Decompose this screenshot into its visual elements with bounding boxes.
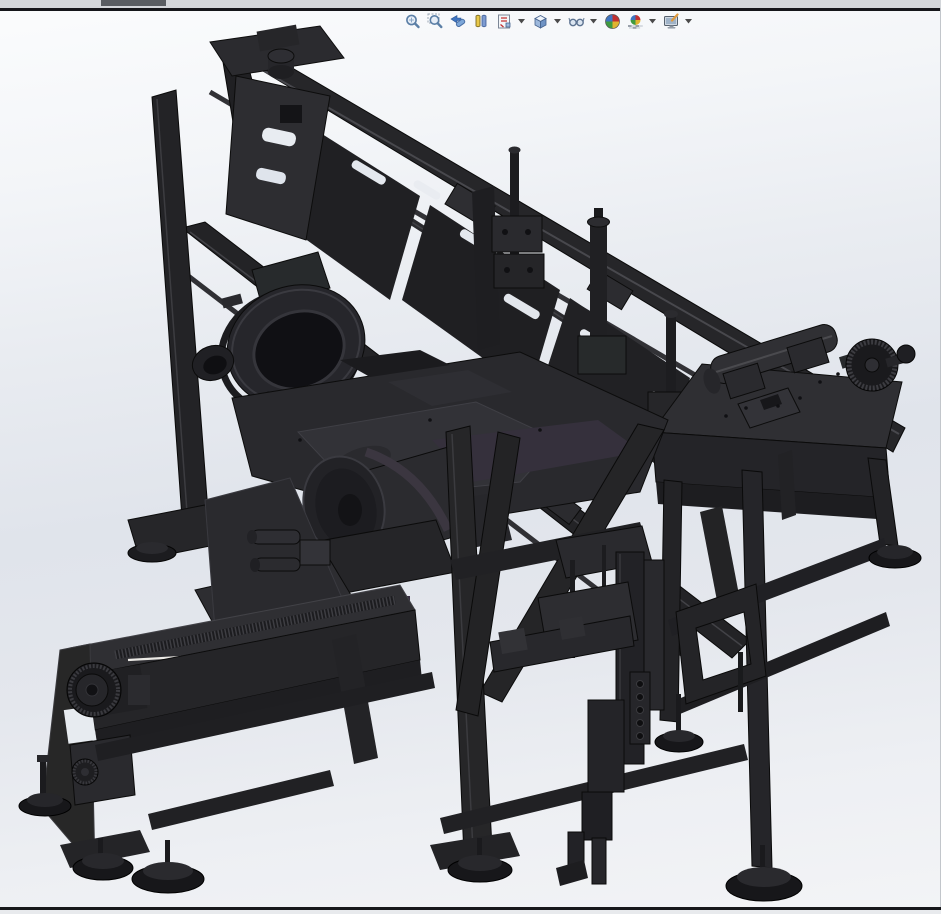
chevron-down-icon (590, 18, 597, 23)
view-settings-button[interactable] (661, 11, 682, 32)
cad-assembly-model[interactable] (0, 0, 941, 914)
graphics-viewport[interactable] (0, 0, 941, 914)
display-style-icon (534, 14, 547, 29)
view-orientation-dropdown[interactable] (516, 11, 527, 32)
chevron-down-icon (518, 18, 525, 23)
hide-show-items-dropdown[interactable] (588, 11, 599, 32)
hide-show-items-button[interactable] (566, 11, 587, 32)
view-orientation-button[interactable] (494, 11, 515, 32)
window-bottom-strip (0, 910, 941, 914)
edit-appearance-icon (605, 13, 620, 29)
view-settings-icon (664, 12, 679, 28)
cad-window (0, 0, 941, 914)
chevron-down-icon (554, 18, 561, 23)
manipulator[interactable] (489, 525, 665, 886)
section-view-icon (475, 14, 487, 27)
bed-knob[interactable] (71, 758, 99, 786)
chevron-down-icon (685, 18, 692, 23)
chevron-down-icon (649, 18, 656, 23)
view-orientation-icon (498, 14, 511, 28)
view-settings-dropdown[interactable] (683, 11, 694, 32)
previous-view-icon (450, 14, 466, 27)
bed-gear-pulley[interactable] (66, 662, 150, 718)
window-top-strip (0, 0, 941, 8)
apply-scene-dropdown[interactable] (647, 11, 658, 32)
zoom-to-area-button[interactable] (425, 11, 446, 32)
heads-up-toolbar (401, 10, 696, 32)
zoom-to-area-icon (427, 13, 443, 28)
hide-show-items-icon (568, 17, 585, 26)
previous-view-button[interactable] (448, 11, 469, 32)
zoom-to-fit-icon (406, 14, 420, 28)
zoom-to-fit-button[interactable] (402, 11, 423, 32)
display-style-button[interactable] (530, 11, 551, 32)
display-style-dropdown[interactable] (552, 11, 563, 32)
apply-scene-icon (628, 14, 643, 29)
panel-splitter-handle[interactable] (101, 0, 166, 6)
edit-appearance-button[interactable] (602, 11, 623, 32)
apply-scene-button[interactable] (625, 11, 646, 32)
section-view-button[interactable] (471, 11, 492, 32)
